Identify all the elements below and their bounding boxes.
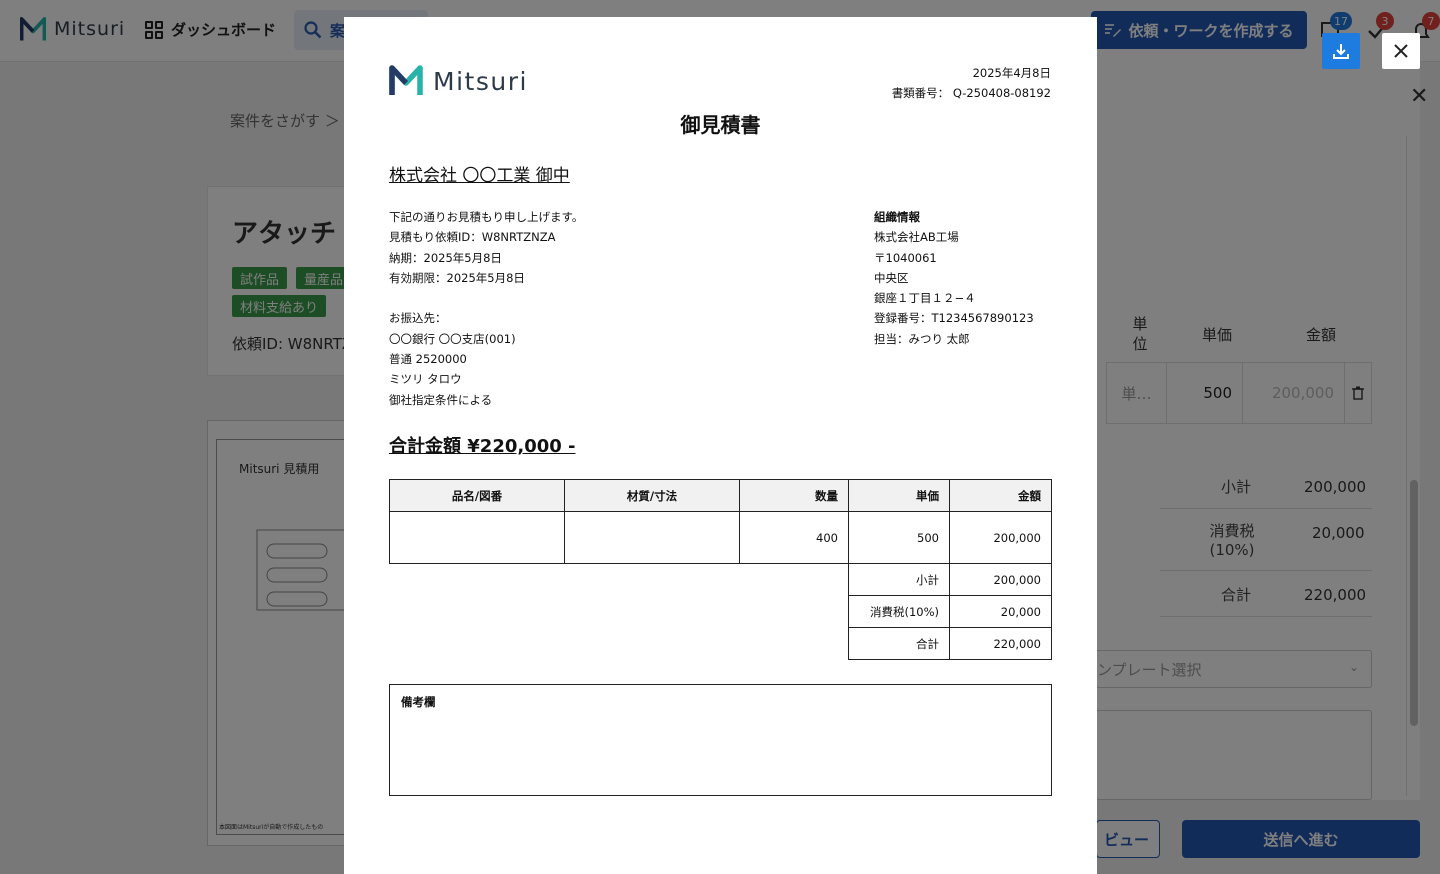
mitsuri-logo-icon — [389, 65, 423, 95]
header-unit-price: 単価 — [848, 479, 950, 512]
document-logo-text: Mitsuri — [433, 66, 528, 96]
delivery-date: 納期：2025年5月8日 — [389, 250, 502, 265]
summary-value: 220,000 — [949, 627, 1052, 660]
request-id: 見積もり依頼ID：W8NRTZNZA — [389, 230, 556, 245]
cell-unit-price: 500 — [848, 511, 950, 564]
validity-date: 有効期限：2025年5月8日 — [389, 270, 525, 285]
org-name: 株式会社AB工場 — [874, 230, 959, 245]
header-amount: 金額 — [949, 479, 1052, 512]
items-table-header: 品名/図番 材質/寸法 数量 単価 金額 — [389, 479, 1052, 512]
close-button[interactable] — [1382, 33, 1420, 69]
org-heading: 組織情報 — [874, 210, 920, 224]
document-logo: Mitsuri — [389, 64, 528, 98]
items-table: 品名/図番 材質/寸法 数量 単価 金額 400 500 200,000 — [389, 479, 1052, 564]
org-postal: 〒1040061 — [874, 250, 937, 265]
org-contact: 担当：みつり 太郎 — [874, 331, 970, 346]
header-item-name: 品名/図番 — [389, 479, 565, 512]
download-button[interactable] — [1322, 33, 1360, 69]
summary-table: 小計 200,000 消費税(10%) 20,000 合計 220,000 — [848, 563, 1052, 660]
quote-details: 下記の通りお見積もり申し上げます。 見積もり依頼ID：W8NRTZNZA 納期：… — [389, 207, 583, 410]
summary-label: 消費税(10%) — [848, 595, 950, 628]
client-name: 株式会社 〇〇工業 御中 — [389, 166, 570, 186]
cell-amount: 200,000 — [949, 511, 1052, 564]
summary-value: 200,000 — [949, 563, 1052, 596]
document-title: 御見積書 — [680, 113, 761, 137]
remarks-box: 備考欄 — [389, 684, 1052, 796]
bank-account: 普通 2520000 — [389, 352, 467, 367]
account-holder: ミツリ タロウ — [389, 372, 462, 387]
remarks-label: 備考欄 — [401, 695, 436, 709]
org-ward: 中央区 — [874, 270, 909, 285]
download-icon — [1333, 44, 1349, 59]
org-registration: 登録番号：T1234567890123 — [874, 311, 1034, 326]
summary-label: 小計 — [848, 563, 950, 596]
cell-material — [564, 511, 740, 564]
bank-name: 〇〇銀行 〇〇支店(001) — [389, 331, 516, 346]
organization-info: 組織情報 株式会社AB工場 〒1040061 中央区 銀座１丁目１２−４ 登録番… — [874, 207, 1034, 349]
cell-item-name — [389, 511, 565, 564]
close-icon — [1394, 44, 1408, 58]
org-address: 銀座１丁目１２−４ — [874, 291, 976, 306]
table-row: 400 500 200,000 — [389, 511, 1052, 564]
summary-value: 20,000 — [949, 595, 1052, 628]
document-number: 書類番号： Q-250408-08192 — [891, 86, 1051, 100]
cell-quantity: 400 — [739, 511, 849, 564]
quote-document: Mitsuri 2025年4月8日 書類番号： Q-250408-08192 御… — [344, 17, 1097, 874]
bank-heading: お振込先： — [389, 311, 447, 326]
total-amount: 合計金額 ¥220,000 - — [389, 436, 576, 457]
summary-label: 合計 — [848, 627, 950, 660]
bank-condition: 御社指定条件による — [389, 392, 493, 407]
summary-row: 小計 200,000 — [848, 563, 1052, 596]
issue-date: 2025年4月8日 — [972, 66, 1051, 80]
summary-row: 合計 220,000 — [848, 627, 1052, 660]
summary-row: 消費税(10%) 20,000 — [848, 595, 1052, 628]
intro-text: 下記の通りお見積もり申し上げます。 — [389, 210, 584, 224]
header-material: 材質/寸法 — [564, 479, 740, 512]
header-quantity: 数量 — [739, 479, 849, 512]
